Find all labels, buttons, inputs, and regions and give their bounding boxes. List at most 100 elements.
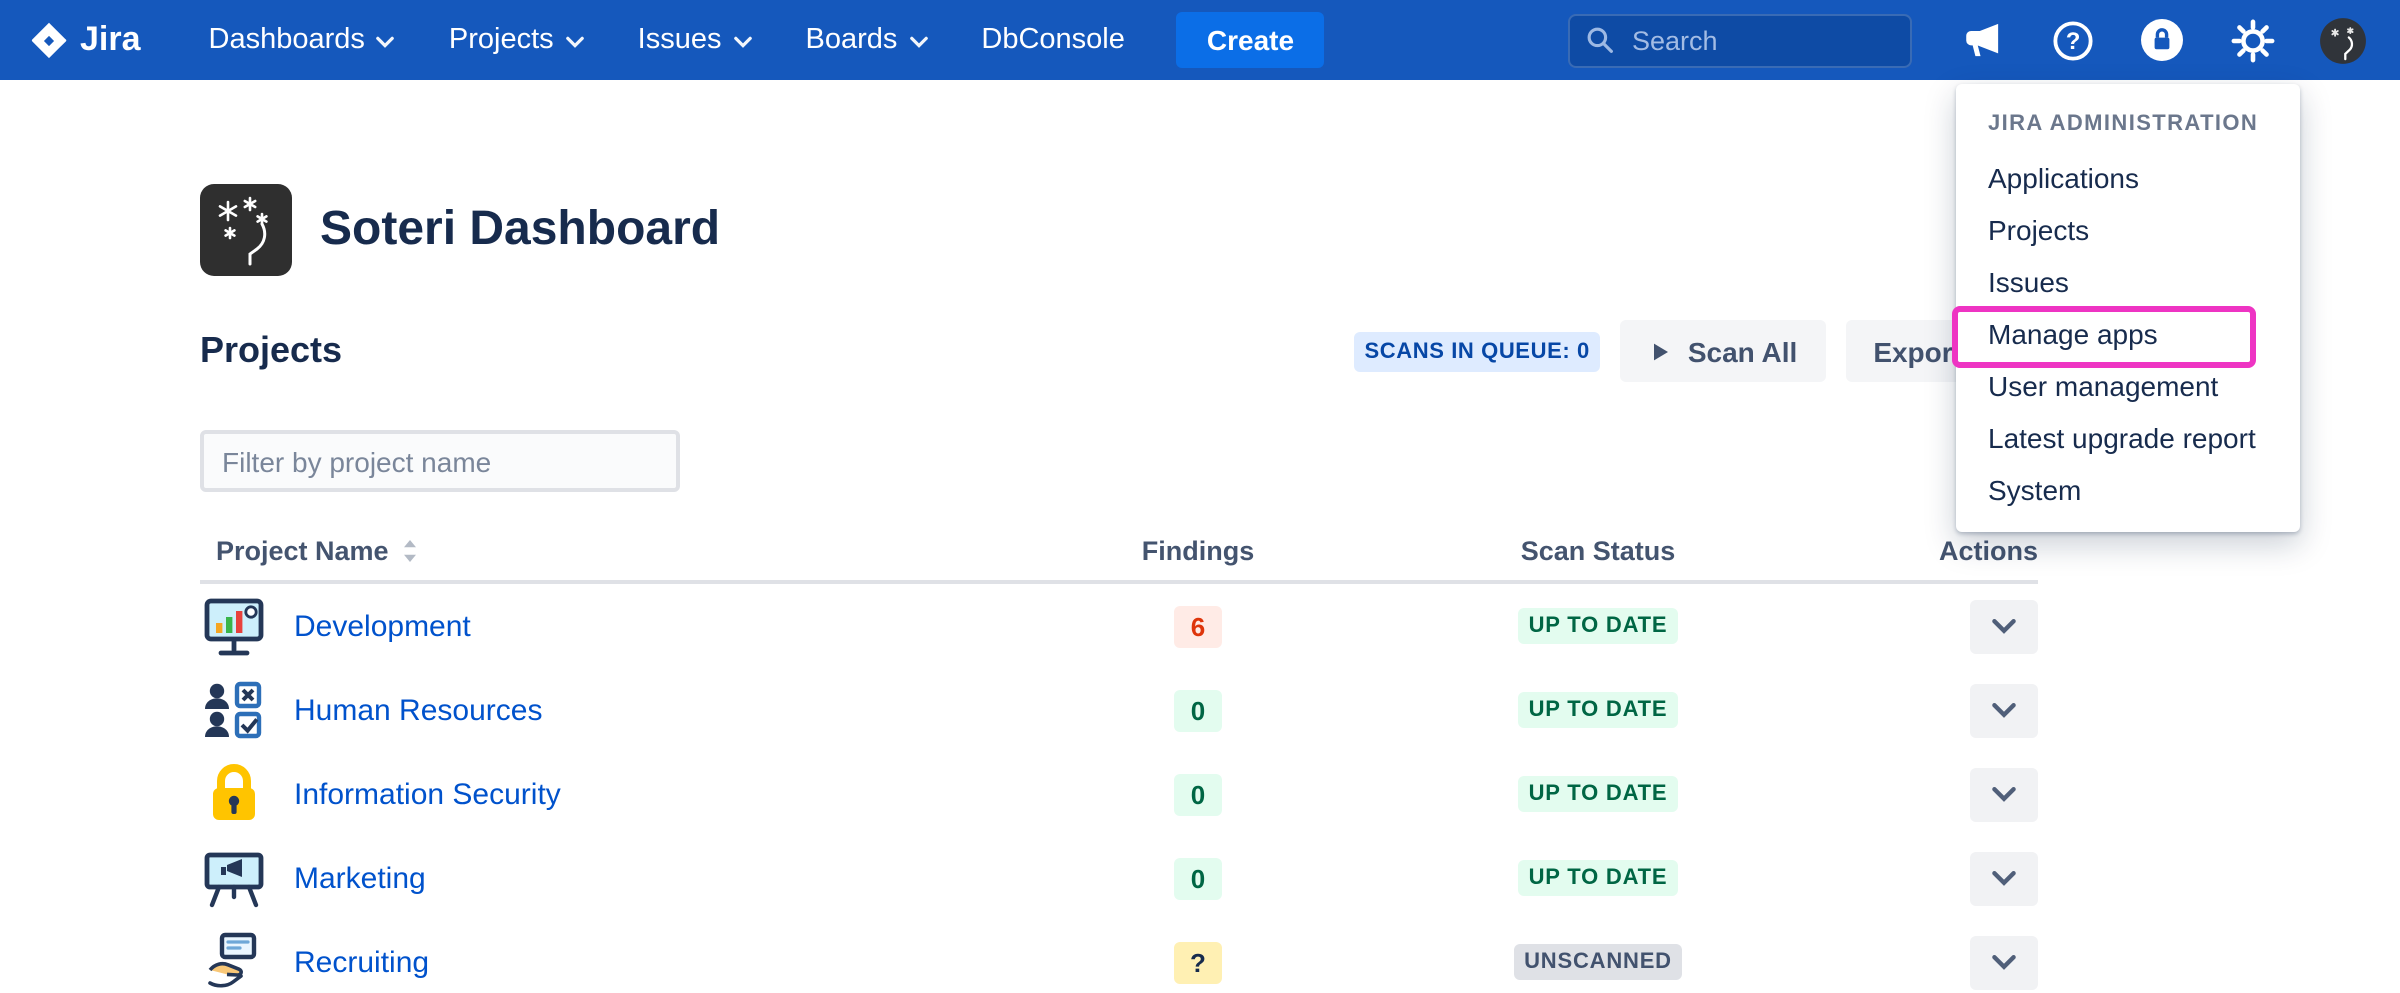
scan-status-badge: UP TO DATE — [1519, 692, 1678, 728]
admin-settings-button[interactable] — [2226, 14, 2278, 66]
table-header-row: Project Name Findings Scan Status Action… — [200, 536, 2038, 584]
nav-issues[interactable]: Issues — [638, 24, 752, 56]
project-filter-input[interactable] — [200, 430, 680, 492]
project-icon-human-resources — [200, 676, 268, 744]
scan-status-badge: UP TO DATE — [1519, 860, 1678, 896]
scan-status-badge: UNSCANNED — [1514, 944, 1682, 980]
jira-administration-menu: JIRA ADMINISTRATION Applications Project… — [1956, 84, 2300, 532]
chevron-down-icon — [566, 36, 584, 48]
table-row: Recruiting ? UNSCANNED — [200, 920, 2038, 993]
question-icon: ? — [2049, 17, 2095, 63]
announcement-button[interactable] — [1956, 14, 2008, 66]
soteri-logo-icon — [200, 184, 292, 276]
menu-item-projects[interactable]: Projects — [1956, 204, 2300, 256]
sort-icon[interactable] — [403, 538, 419, 564]
navbar-search[interactable] — [1568, 13, 1912, 67]
scans-in-queue-badge: SCANS IN QUEUE: 0 — [1354, 331, 1599, 371]
project-link-development[interactable]: Development — [294, 609, 471, 643]
projects-toolbar: Projects SCANS IN QUEUE: 0 Scan All Expo… — [200, 320, 2038, 382]
project-icon-recruiting — [200, 928, 268, 993]
menu-item-manage-apps[interactable]: Manage apps — [1956, 308, 2300, 360]
nav-projects[interactable]: Projects — [449, 24, 584, 56]
menu-item-system[interactable]: System — [1956, 464, 2300, 516]
jira-home-link[interactable]: Jira — [28, 19, 141, 61]
row-actions-button[interactable] — [1970, 935, 2038, 989]
table-row: Human Resources 0 UP TO DATE — [200, 668, 2038, 752]
findings-badge: 0 — [1175, 857, 1221, 899]
findings-badge: ? — [1174, 941, 1222, 983]
row-actions-button[interactable] — [1970, 599, 2038, 653]
chevron-down-icon — [1992, 786, 2016, 802]
findings-badge: 0 — [1175, 773, 1221, 815]
table-row: Development 6 UP TO DATE — [200, 584, 2038, 668]
nav-issues-label: Issues — [638, 24, 722, 56]
findings-badge: 0 — [1175, 689, 1221, 731]
user-avatar — [2317, 15, 2367, 65]
scan-status-badge: UP TO DATE — [1519, 776, 1678, 812]
menu-item-applications[interactable]: Applications — [1956, 152, 2300, 204]
row-actions-button[interactable] — [1970, 767, 2038, 821]
table-row: Information Security 0 UP TO DATE — [200, 752, 2038, 836]
app-access-button[interactable] — [2136, 14, 2188, 66]
chevron-down-icon — [1992, 954, 2016, 970]
nav-dashboards[interactable]: Dashboards — [209, 24, 395, 56]
top-navbar: Jira Dashboards Projects Issues Boards D… — [0, 0, 2400, 80]
search-input[interactable] — [1628, 23, 1894, 57]
jira-brand-label: Jira — [80, 20, 141, 60]
project-icon-information-security — [200, 760, 268, 828]
project-icon-marketing — [200, 844, 268, 912]
project-link-recruiting[interactable]: Recruiting — [294, 945, 429, 979]
navbar-icon-group: ? — [1956, 14, 2368, 66]
admin-menu-heading: JIRA ADMINISTRATION — [1956, 108, 2300, 152]
scan-all-button[interactable]: Scan All — [1620, 320, 1825, 382]
lock-icon — [2138, 16, 2186, 64]
chevron-down-icon — [1992, 702, 2016, 718]
nav-boards-label: Boards — [806, 24, 898, 56]
gear-icon — [2227, 15, 2277, 65]
page-header: Soteri Dashboard — [200, 80, 2038, 276]
column-header-findings: Findings — [998, 536, 1398, 566]
project-icon-development — [200, 592, 268, 660]
megaphone-icon — [1960, 18, 2004, 62]
findings-badge: 6 — [1175, 605, 1221, 647]
nav-dashboards-label: Dashboards — [209, 24, 365, 56]
search-icon — [1586, 26, 1614, 54]
create-button[interactable]: Create — [1177, 12, 1324, 68]
column-header-scan-status: Scan Status — [1398, 536, 1798, 566]
play-icon — [1648, 339, 1672, 363]
scan-all-label: Scan All — [1688, 335, 1797, 367]
projects-table: Project Name Findings Scan Status Action… — [200, 536, 2038, 993]
help-button[interactable]: ? — [2046, 14, 2098, 66]
chevron-down-icon — [1992, 618, 2016, 634]
nav-dbconsole-label: DbConsole — [981, 24, 1125, 56]
question-glyph: ? — [2065, 27, 2080, 54]
nav-dbconsole[interactable]: DbConsole — [981, 24, 1125, 56]
jira-logo-icon — [28, 19, 70, 61]
profile-button[interactable] — [2316, 14, 2368, 66]
column-header-actions: Actions — [1798, 536, 2038, 566]
menu-item-manage-apps-wrap: Manage apps — [1956, 308, 2300, 360]
project-link-marketing[interactable]: Marketing — [294, 861, 426, 895]
toolbar-controls: SCANS IN QUEUE: 0 Scan All Export — [1354, 320, 1990, 382]
project-name-header-label: Project Name — [216, 536, 389, 566]
project-link-information-security[interactable]: Information Security — [294, 777, 561, 811]
nav-boards[interactable]: Boards — [806, 24, 928, 56]
chevron-down-icon — [909, 36, 927, 48]
export-label: Export — [1873, 335, 1962, 367]
primary-nav: Dashboards Projects Issues Boards DbCons… — [209, 24, 1125, 56]
menu-item-user-management[interactable]: User management — [1956, 360, 2300, 412]
column-header-project-name[interactable]: Project Name — [200, 536, 998, 566]
projects-heading: Projects — [200, 330, 342, 372]
row-actions-button[interactable] — [1970, 851, 2038, 905]
scan-status-badge: UP TO DATE — [1519, 608, 1678, 644]
screen: Jira Dashboards Projects Issues Boards D… — [0, 0, 2400, 993]
chevron-down-icon — [377, 36, 395, 48]
chevron-down-icon — [734, 36, 752, 48]
menu-item-issues[interactable]: Issues — [1956, 256, 2300, 308]
project-link-human-resources[interactable]: Human Resources — [294, 693, 542, 727]
chevron-down-icon — [1992, 870, 2016, 886]
table-row: Marketing 0 UP TO DATE — [200, 836, 2038, 920]
row-actions-button[interactable] — [1970, 683, 2038, 737]
nav-projects-label: Projects — [449, 24, 554, 56]
menu-item-latest-upgrade-report[interactable]: Latest upgrade report — [1956, 412, 2300, 464]
